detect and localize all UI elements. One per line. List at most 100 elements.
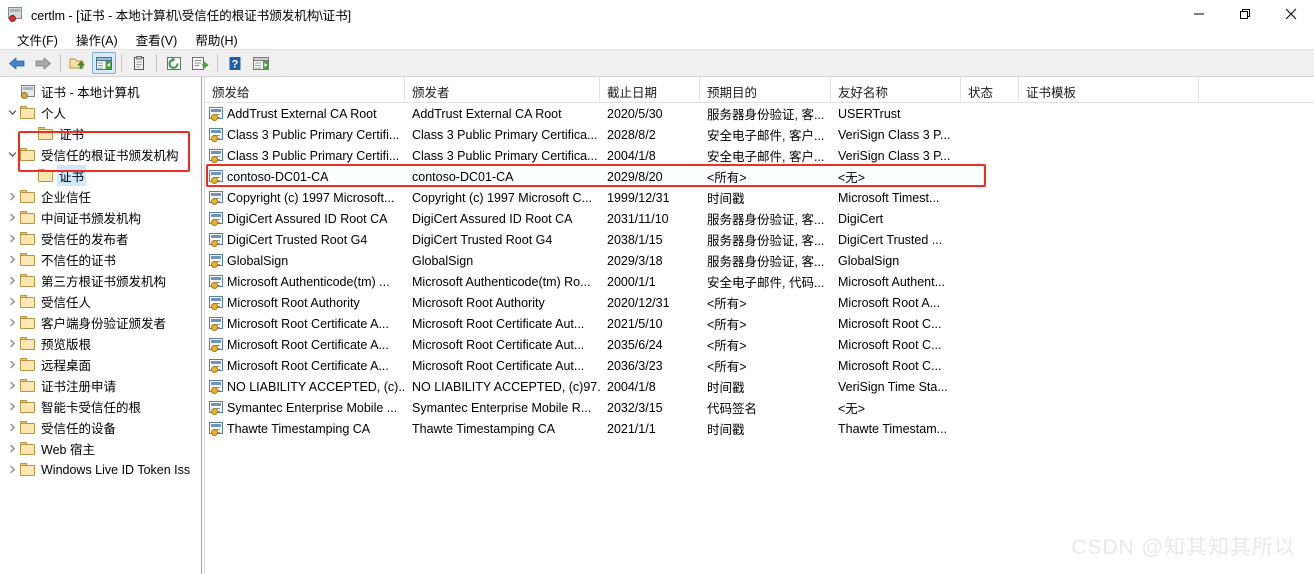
sidebar-item-8[interactable]: 第三方根证书颁发机构	[0, 270, 201, 291]
sidebar-item-15[interactable]: 受信任的设备	[0, 417, 201, 438]
sidebar-item-label: 个人	[41, 103, 66, 122]
column-header-4[interactable]: 友好名称	[831, 77, 961, 102]
sidebar-item-0[interactable]: 个人	[0, 102, 201, 123]
sidebar-item-13[interactable]: 证书注册申请	[0, 375, 201, 396]
cell-issued_to: Microsoft Root Authority	[205, 296, 405, 310]
table-row[interactable]: contoso-DC01-CAcontoso-DC01-CA2029/8/20<…	[205, 166, 1314, 187]
cell-expiry: 2031/11/10	[600, 212, 700, 226]
chevron-down-icon[interactable]	[4, 144, 20, 165]
column-header-label: 状态	[968, 86, 993, 100]
cell-friendly_name: DigiCert	[831, 212, 961, 226]
table-row[interactable]: Microsoft Root Certificate A...Microsoft…	[205, 313, 1314, 334]
table-row[interactable]: GlobalSignGlobalSign2029/3/18服务器身份验证, 客.…	[205, 250, 1314, 271]
menu-view[interactable]: 查看(V)	[127, 29, 187, 50]
table-row[interactable]: Class 3 Public Primary Certifi...Class 3…	[205, 145, 1314, 166]
chevron-right-icon[interactable]	[4, 333, 20, 354]
chevron-right-icon[interactable]	[4, 249, 20, 270]
properties-icon[interactable]	[127, 52, 151, 74]
chevron-right-icon[interactable]	[4, 354, 20, 375]
column-header-5[interactable]: 状态	[961, 77, 1019, 102]
sidebar-item-6[interactable]: 受信任的发布者	[0, 228, 201, 249]
certificate-icon	[209, 296, 224, 309]
export-list-icon[interactable]	[188, 52, 212, 74]
close-button[interactable]	[1268, 0, 1314, 28]
minimize-button[interactable]	[1176, 0, 1222, 28]
certificate-icon	[209, 191, 224, 204]
column-header-0[interactable]: 颁发给⌃	[205, 77, 405, 102]
table-row[interactable]: Microsoft Root Certificate A...Microsoft…	[205, 355, 1314, 376]
sidebar-item-9[interactable]: 受信任人	[0, 291, 201, 312]
cell-text: contoso-DC01-CA	[227, 170, 328, 184]
certificate-icon	[209, 359, 224, 372]
sidebar-item-12[interactable]: 远程桌面	[0, 354, 201, 375]
sidebar-item-17[interactable]: Windows Live ID Token Iss	[0, 459, 201, 480]
chevron-right-icon[interactable]	[4, 375, 20, 396]
chevron-right-icon[interactable]	[4, 207, 20, 228]
sidebar-item-14[interactable]: 智能卡受信任的根	[0, 396, 201, 417]
table-row[interactable]: Thawte Timestamping CAThawte Timestampin…	[205, 418, 1314, 439]
menu-file[interactable]: 文件(F)	[8, 29, 67, 50]
table-row[interactable]: DigiCert Trusted Root G4DigiCert Trusted…	[205, 229, 1314, 250]
table-row[interactable]: Microsoft Root Certificate A...Microsoft…	[205, 334, 1314, 355]
menu-help[interactable]: 帮助(H)	[186, 29, 246, 50]
cell-purpose: <所有>	[700, 356, 831, 375]
refresh-icon[interactable]	[162, 52, 186, 74]
column-header-6[interactable]: 证书模板	[1019, 77, 1199, 102]
table-row[interactable]: Class 3 Public Primary Certifi...Class 3…	[205, 124, 1314, 145]
column-header-3[interactable]: 预期目的	[700, 77, 831, 102]
sidebar-item-11[interactable]: 预览版根	[0, 333, 201, 354]
certificate-list-pane[interactable]: 颁发给⌃颁发者截止日期预期目的友好名称状态 证书模板 AddTrust Exter…	[204, 77, 1314, 574]
sidebar-item-3[interactable]: 证书	[0, 165, 201, 186]
chevron-down-icon[interactable]	[4, 102, 20, 123]
chevron-right-icon[interactable]	[4, 312, 20, 333]
sidebar-item-10[interactable]: 客户端身份验证颁发者	[0, 312, 201, 333]
forward-icon[interactable]	[31, 52, 55, 74]
column-header-2[interactable]: 截止日期	[600, 77, 700, 102]
content-area: 证书 - 本地计算机个人证书受信任的根证书颁发机构证书企业信任中间证书颁发机构受…	[0, 77, 1314, 574]
chevron-right-icon[interactable]	[4, 270, 20, 291]
cell-purpose: 时间戳	[700, 377, 831, 396]
folder-icon	[20, 358, 36, 371]
show-hide-console-tree-icon[interactable]	[92, 52, 116, 74]
console-tree-pane[interactable]: 证书 - 本地计算机个人证书受信任的根证书颁发机构证书企业信任中间证书颁发机构受…	[0, 77, 202, 574]
cell-purpose: 安全电子邮件, 客户...	[700, 146, 831, 165]
chevron-right-icon[interactable]	[4, 417, 20, 438]
table-row[interactable]: Microsoft Authenticode(tm) ...Microsoft …	[205, 271, 1314, 292]
help-icon[interactable]: ?	[223, 52, 247, 74]
cell-issued_to: Microsoft Authenticode(tm) ...	[205, 275, 405, 289]
sidebar-item-4[interactable]: 企业信任	[0, 186, 201, 207]
chevron-right-icon[interactable]	[4, 291, 20, 312]
sidebar-item-5[interactable]: 中间证书颁发机构	[0, 207, 201, 228]
table-row[interactable]: Microsoft Root AuthorityMicrosoft Root A…	[205, 292, 1314, 313]
sidebar-item-1[interactable]: 证书	[0, 123, 201, 144]
sidebar-item-7[interactable]: 不信任的证书	[0, 249, 201, 270]
sidebar-item-2[interactable]: 受信任的根证书颁发机构	[0, 144, 201, 165]
chevron-right-icon[interactable]	[4, 459, 20, 480]
tree-expander[interactable]	[4, 81, 20, 102]
menu-action[interactable]: 操作(A)	[67, 29, 127, 50]
chevron-right-icon[interactable]	[4, 186, 20, 207]
table-row[interactable]: Copyright (c) 1997 Microsoft...Copyright…	[205, 187, 1314, 208]
back-icon[interactable]	[5, 52, 29, 74]
cell-friendly_name: Microsoft Root C...	[831, 317, 961, 331]
folder-icon	[38, 169, 54, 182]
cell-text: AddTrust External CA Root	[227, 107, 377, 121]
tree-root-node[interactable]: 证书 - 本地计算机	[0, 81, 201, 102]
up-folder-icon[interactable]	[66, 52, 90, 74]
table-row[interactable]: NO LIABILITY ACCEPTED, (c)...NO LIABILIT…	[205, 376, 1314, 397]
maximize-restore-button[interactable]	[1222, 0, 1268, 28]
chevron-right-icon[interactable]	[4, 396, 20, 417]
table-row[interactable]: AddTrust External CA RootAddTrust Extern…	[205, 103, 1314, 124]
cell-expiry: 2020/5/30	[600, 107, 700, 121]
cell-text: Microsoft Root Certificate A...	[227, 359, 389, 373]
chevron-right-icon[interactable]	[4, 228, 20, 249]
cell-text: GlobalSign	[227, 254, 288, 268]
table-row[interactable]: DigiCert Assured ID Root CADigiCert Assu…	[205, 208, 1314, 229]
chevron-right-icon[interactable]	[4, 438, 20, 459]
cell-friendly_name: Thawte Timestam...	[831, 422, 961, 436]
sidebar-item-16[interactable]: Web 宿主	[0, 438, 201, 459]
table-row[interactable]: Symantec Enterprise Mobile ...Symantec E…	[205, 397, 1314, 418]
sidebar-item-label: Windows Live ID Token Iss	[41, 463, 190, 477]
column-header-1[interactable]: 颁发者	[405, 77, 600, 102]
show-action-pane-icon[interactable]	[249, 52, 273, 74]
